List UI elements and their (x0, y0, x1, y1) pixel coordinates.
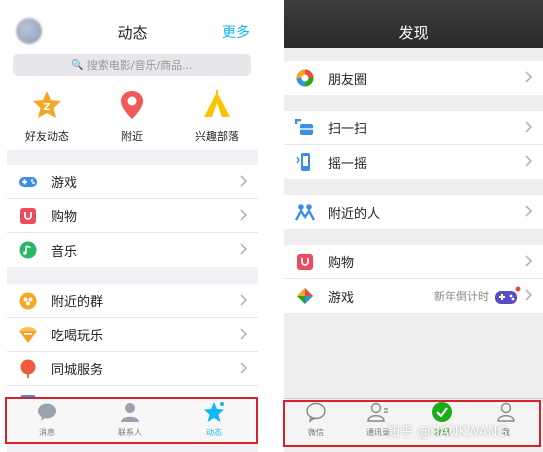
list-item-nearby-group[interactable]: 附近的群 (7, 284, 258, 318)
people-nearby-icon (295, 202, 315, 222)
chevron-right-icon (240, 243, 248, 255)
list-item-shopping[interactable]: 购物 (284, 245, 543, 279)
tent-icon (204, 90, 230, 117)
chevron-right-icon (240, 175, 248, 187)
watermark: 知乎 @HANKWANG (387, 425, 508, 440)
wechat-group-2: 扫一扫 摇一摇 (284, 111, 543, 179)
gamepad-icon (18, 172, 38, 192)
quick-friends-feed[interactable]: Z 好友动态 (7, 89, 87, 144)
game-promo-text: 新年倒计时 (434, 290, 489, 303)
chevron-right-icon (525, 155, 533, 167)
list-item-label: 购物 (328, 256, 355, 271)
chevron-right-icon (525, 121, 533, 133)
more-button[interactable]: 更多 (222, 22, 250, 42)
comparison-screenshot: 动态 更多 🔍 搜索电影/音乐/商品... Z 好友动态 附近 兴趣部落 游戏 … (0, 0, 543, 452)
chevron-right-icon (240, 328, 248, 340)
list-item-label: 游戏 (328, 290, 355, 306)
list-item-label: 扫一扫 (328, 122, 368, 137)
qq-list-group-1: 游戏 购物 音乐 (7, 165, 258, 267)
list-item-label: 朋友圈 (328, 72, 368, 88)
quick-label: 兴趣部落 (195, 130, 239, 143)
search-bar: 🔍 搜索电影/音乐/商品... (7, 48, 258, 83)
list-item-label: 吃喝玩乐 (51, 329, 104, 344)
shake-icon (295, 152, 315, 172)
location-pin-icon (121, 91, 143, 119)
list-item-label: 同城服务 (51, 363, 104, 378)
chevron-right-icon (525, 255, 533, 267)
wechat-header: 发现 (284, 0, 543, 48)
food-icon (18, 325, 38, 345)
list-item-label: 附近的人 (328, 206, 381, 222)
shopping-bag-icon (18, 206, 38, 226)
list-item-game[interactable]: 游戏 新年倒计时 (284, 279, 543, 313)
search-placeholder: 搜索电影/音乐/商品... (86, 59, 193, 72)
chevron-right-icon (240, 362, 248, 374)
quick-nearby[interactable]: 附近 (92, 89, 172, 144)
page-title: 动态 (117, 24, 148, 42)
list-item-label: 摇一摇 (328, 156, 368, 172)
list-item-label: 附近的群 (51, 295, 104, 310)
list-item-city-service[interactable]: 同城服务 (7, 352, 258, 386)
wechat-group-4: 购物 游戏 新年倒计时 (284, 245, 543, 313)
moments-icon (295, 68, 315, 88)
quick-interest-tribe[interactable]: 兴趣部落 (177, 89, 257, 144)
music-icon (18, 240, 38, 260)
list-item-music[interactable]: 音乐 (7, 233, 258, 267)
star-icon: Z (33, 91, 61, 118)
chevron-right-icon (525, 205, 533, 217)
wechat-group-3: 附近的人 (284, 195, 543, 229)
list-item-moments[interactable]: 朋友圈 (284, 61, 543, 95)
list-item-label: 音乐 (51, 244, 78, 260)
chevron-right-icon (240, 294, 248, 306)
list-item-game[interactable]: 游戏 (7, 165, 258, 199)
list-item-food[interactable]: 吃喝玩乐 (7, 318, 258, 352)
chevron-right-icon (525, 289, 533, 301)
search-icon: 🔍 (71, 59, 84, 71)
scan-icon (295, 118, 315, 138)
gamepad-promo-icon (495, 286, 521, 304)
page-title: 发现 (398, 24, 429, 42)
quick-label: 好友动态 (25, 130, 69, 143)
quick-label: 附近 (121, 130, 143, 143)
wechat-group-1: 朋友圈 (284, 61, 543, 95)
list-item-scan[interactable]: 扫一扫 (284, 111, 543, 145)
chevron-right-icon (525, 71, 533, 83)
quick-entry-row: Z 好友动态 附近 兴趣部落 (7, 83, 258, 150)
list-item-people-nearby[interactable]: 附近的人 (284, 195, 543, 229)
svg-text:Z: Z (43, 102, 50, 113)
list-item-label: 购物 (51, 210, 78, 225)
list-item-shopping[interactable]: 购物 (7, 199, 258, 233)
wechat-discover-screen: 发现 朋友圈 扫一扫 摇一摇 附近的人 购物 游戏 新年倒计时 微信 通讯录 发… (284, 0, 543, 452)
search-input[interactable]: 🔍 搜索电影/音乐/商品... (13, 54, 251, 76)
list-item-label: 游戏 (51, 176, 78, 191)
nearby-group-icon (18, 291, 38, 311)
city-service-icon (18, 359, 38, 379)
game-icon (295, 286, 315, 306)
qq-dynamic-screen: 动态 更多 🔍 搜索电影/音乐/商品... Z 好友动态 附近 兴趣部落 游戏 … (7, 0, 258, 452)
chevron-right-icon (240, 209, 248, 221)
qq-header: 动态 更多 (7, 0, 258, 48)
left-tabbar-highlight (5, 397, 258, 444)
list-item-shake[interactable]: 摇一摇 (284, 145, 543, 179)
shopping-icon (295, 252, 315, 272)
